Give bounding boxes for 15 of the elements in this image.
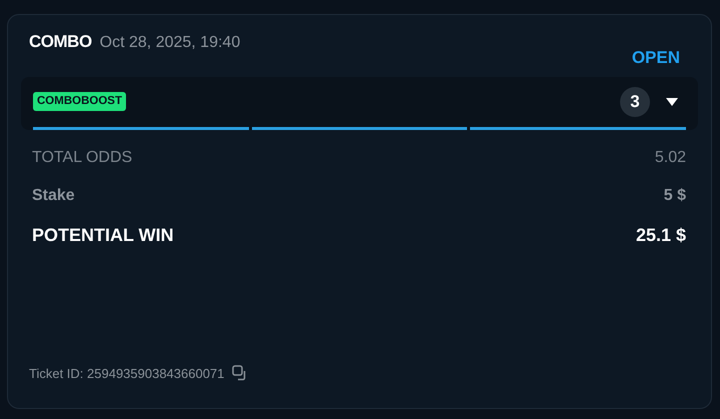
caret-icon[interactable] xyxy=(666,98,678,106)
legs-count: 3 xyxy=(620,86,650,116)
row-label: POTENTIAL WIN xyxy=(32,224,174,246)
legs-panel[interactable]: COMBOBOOST 3 xyxy=(21,76,698,130)
boost-tag: COMBOBOOST xyxy=(33,92,126,112)
bet-date: Oct 28, 2025, 19:40 xyxy=(100,33,240,53)
row-label: Stake xyxy=(32,186,75,206)
ticket-id: Ticket ID: 2594935903843660071 xyxy=(29,364,224,382)
bet-type: COMBO xyxy=(29,31,92,53)
status-label: OPEN xyxy=(632,47,680,69)
row-label: TOTAL ODDS xyxy=(32,148,132,168)
copy-icon[interactable] xyxy=(232,365,248,382)
row-value: 5 $ xyxy=(664,186,686,206)
row-value: 5.02 xyxy=(654,148,686,168)
row-value: 25.1 $ xyxy=(636,224,686,246)
